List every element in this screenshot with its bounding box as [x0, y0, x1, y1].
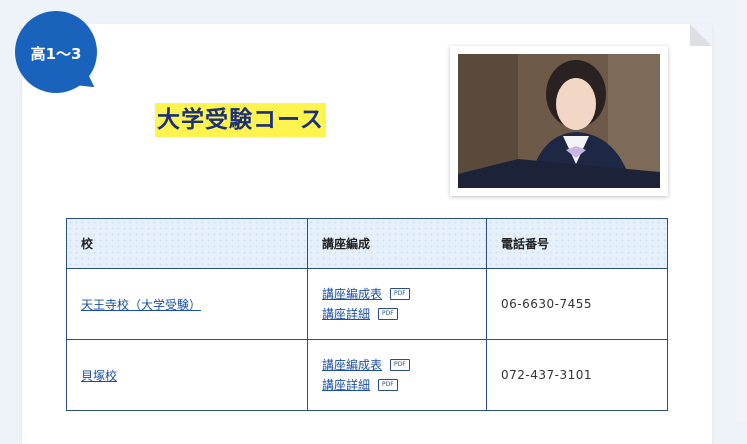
- pdf-icon: PDF: [390, 359, 410, 371]
- school-cell: 貝塚校: [66, 339, 308, 411]
- student-photo: [458, 54, 660, 188]
- header-lectures: 講座編成: [307, 218, 487, 269]
- phone-cell: 072-437-3101: [486, 339, 668, 411]
- course-table: 校 講座編成 電話番号 天王寺校（大学受験） 講座編成表 PDF 講座詳細 PD…: [66, 218, 668, 411]
- table-header-row: 校 講座編成 電話番号: [66, 218, 668, 269]
- lecture-schedule-link[interactable]: 講座編成表: [322, 355, 382, 375]
- lecture-schedule-link[interactable]: 講座編成表: [322, 284, 382, 304]
- lecture-detail-link[interactable]: 講座詳細: [322, 375, 370, 395]
- school-cell: 天王寺校（大学受験）: [66, 268, 308, 340]
- student-photo-image: [458, 54, 660, 188]
- lecture-detail-link[interactable]: 講座詳細: [322, 304, 370, 324]
- photo-frame: [450, 46, 668, 196]
- header-school: 校: [66, 218, 308, 269]
- course-title: 大学受験コース: [155, 103, 326, 137]
- header-phone: 電話番号: [486, 218, 668, 269]
- pdf-icon: PDF: [378, 379, 398, 391]
- table-row: 天王寺校（大学受験） 講座編成表 PDF 講座詳細 PDF 06-6630-74…: [66, 268, 668, 340]
- school-link[interactable]: 貝塚校: [81, 369, 117, 383]
- lectures-cell: 講座編成表 PDF 講座詳細 PDF: [307, 268, 487, 340]
- phone-cell: 06-6630-7455: [486, 268, 668, 340]
- lectures-cell: 講座編成表 PDF 講座詳細 PDF: [307, 339, 487, 411]
- page-fold: [690, 24, 712, 46]
- pdf-icon: PDF: [378, 308, 398, 320]
- pdf-icon: PDF: [390, 288, 410, 300]
- grade-badge-label: 高1～3: [30, 45, 82, 63]
- school-link[interactable]: 天王寺校（大学受験）: [81, 298, 201, 312]
- scrollbar[interactable]: [736, 0, 747, 421]
- table-row: 貝塚校 講座編成表 PDF 講座詳細 PDF 072-437-3101: [66, 339, 668, 411]
